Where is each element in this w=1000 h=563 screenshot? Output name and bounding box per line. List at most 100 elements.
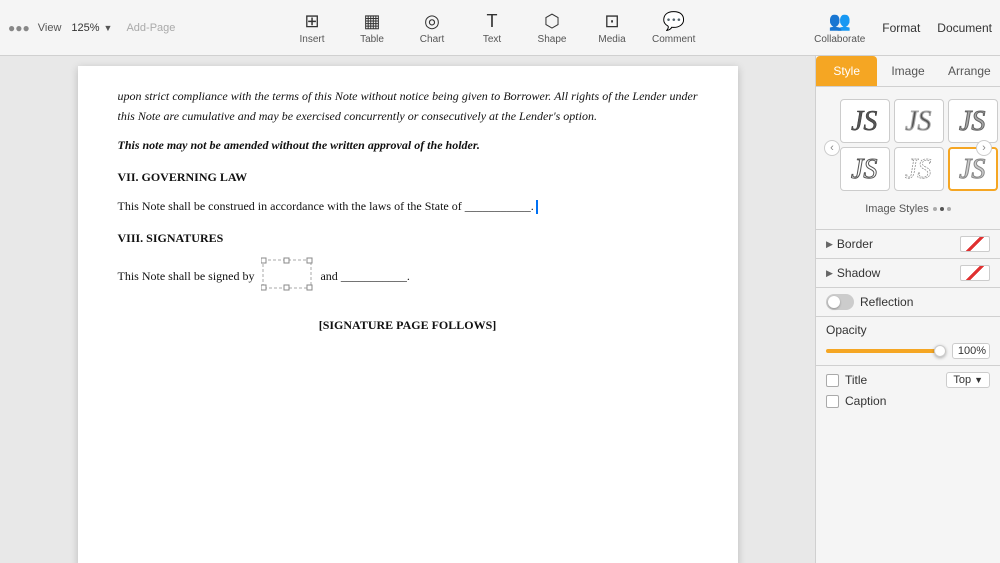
section8-heading: VIII. SIGNATURES xyxy=(118,228,698,248)
reflection-label: Reflection xyxy=(860,295,990,309)
toolbar-insert[interactable]: ⊞ Insert xyxy=(292,11,332,45)
toolbar-table[interactable]: ▦ Table xyxy=(352,11,392,45)
chart-label: Chart xyxy=(420,34,444,45)
document-scroll: upon strict compliance with the terms of… xyxy=(78,66,738,563)
title-checkbox-row: Title xyxy=(826,373,867,387)
shadow-text: Shadow xyxy=(837,266,880,280)
signature-placeholder[interactable] xyxy=(261,256,313,298)
style-item-4[interactable]: JS xyxy=(840,147,890,191)
svg-text:JS: JS xyxy=(905,106,931,137)
border-color-swatch[interactable] xyxy=(960,236,990,252)
comment-icon: 💬 xyxy=(662,11,684,32)
reflection-toggle[interactable] xyxy=(826,294,854,310)
styles-grid: JS JS JS xyxy=(840,99,976,191)
toolbar-media[interactable]: ⊡ Media xyxy=(592,11,632,45)
comment-label: Comment xyxy=(652,34,695,45)
title-label: Title xyxy=(845,373,867,387)
toolbar-comment[interactable]: 💬 Comment xyxy=(652,11,695,45)
title-position-dropdown[interactable]: Top ▼ xyxy=(946,372,990,388)
signature-follows: [SIGNATURE PAGE FOLLOWS] xyxy=(118,315,698,335)
svg-text:JS: JS xyxy=(851,106,877,137)
style-svg-4: JS xyxy=(847,152,883,186)
table-label: Table xyxy=(360,34,384,45)
section8-text: This Note shall be signed by xyxy=(118,256,698,298)
image-styles-label: Image Styles xyxy=(824,203,992,215)
view-label[interactable]: View xyxy=(38,22,62,34)
shadow-color-swatch[interactable] xyxy=(960,265,990,281)
para2-text: This note may not be amended without the… xyxy=(118,138,480,152)
style-svg-5: JS xyxy=(901,152,937,186)
tab-arrange[interactable]: Arrange xyxy=(939,56,1000,86)
toolbar-chart[interactable]: ◎ Chart xyxy=(412,11,452,45)
toolbar-shape[interactable]: ⬡ Shape xyxy=(532,11,572,45)
shape-label: Shape xyxy=(538,34,567,45)
dot-2 xyxy=(940,207,944,211)
style-svg-6: JS xyxy=(955,152,991,186)
collaborate-icon: 👥 xyxy=(829,11,851,32)
style-item-5[interactable]: JS xyxy=(894,147,944,191)
svg-text:JS: JS xyxy=(851,154,877,185)
section8-line: ___________. xyxy=(341,269,410,283)
toggle-knob xyxy=(828,296,840,308)
opacity-label: Opacity xyxy=(826,323,867,337)
document-text: upon strict compliance with the terms of… xyxy=(118,86,698,335)
zoom-value[interactable]: 125% xyxy=(71,22,99,34)
add-page-label[interactable]: Add-Page xyxy=(126,22,175,34)
svg-text:JS: JS xyxy=(905,154,931,185)
style-item-6[interactable]: JS xyxy=(948,147,998,191)
tab-image-label: Image xyxy=(891,64,924,78)
section8-and: and xyxy=(320,269,337,283)
caption-label: Caption xyxy=(845,394,886,408)
border-section: ▶ Border xyxy=(816,229,1000,258)
shadow-chevron-icon[interactable]: ▶ xyxy=(826,268,833,279)
section7-text: This Note shall be construed in accordan… xyxy=(118,196,698,216)
paragraph-1: upon strict compliance with the terms of… xyxy=(118,86,698,127)
tab-style[interactable]: Style xyxy=(816,56,877,86)
toolbar-text[interactable]: T Text xyxy=(472,11,512,45)
style-item-1[interactable]: JS xyxy=(840,99,890,143)
zoom-chevron-icon[interactable]: ▼ xyxy=(104,23,113,33)
para1-text: upon strict compliance with the terms of… xyxy=(118,89,698,123)
format-label: Format xyxy=(882,21,920,35)
border-text: Border xyxy=(837,237,873,251)
reflection-row: Reflection xyxy=(826,294,990,310)
insert-label: Insert xyxy=(300,34,325,45)
shadow-label: ▶ Shadow xyxy=(826,266,880,280)
toolbar-left: ●●● View 125% ▼ Add-Page xyxy=(8,21,175,35)
style-item-3[interactable]: JS xyxy=(948,99,998,143)
document-page: upon strict compliance with the terms of… xyxy=(78,66,738,563)
toolbar-collaborate[interactable]: 👥 Collaborate xyxy=(814,11,865,45)
caption-checkbox-row: Caption xyxy=(826,394,990,408)
document-label: Document xyxy=(937,21,992,35)
text-cursor xyxy=(536,200,538,214)
caption-checkbox[interactable] xyxy=(826,395,839,408)
styles-prev-button[interactable]: ‹ xyxy=(824,140,840,156)
toolbar-document[interactable]: Document xyxy=(937,21,992,35)
document-area: upon strict compliance with the terms of… xyxy=(0,56,815,563)
insert-icon: ⊞ xyxy=(304,11,319,32)
style-item-2[interactable]: JS xyxy=(894,99,944,143)
shadow-row: ▶ Shadow xyxy=(826,265,990,281)
dot-3 xyxy=(947,207,951,211)
styles-next-button[interactable]: › xyxy=(976,140,992,156)
tab-style-label: Style xyxy=(833,64,860,78)
opacity-value: 100% xyxy=(952,343,990,359)
opacity-slider[interactable] xyxy=(826,349,946,353)
collaborate-label: Collaborate xyxy=(814,34,865,45)
sidebar: Style Image Arrange ‹ JS xyxy=(815,56,1000,563)
opacity-thumb xyxy=(934,345,946,357)
toolbar-format[interactable]: Format xyxy=(881,21,921,35)
media-icon: ⊡ xyxy=(604,11,619,32)
tab-image[interactable]: Image xyxy=(877,56,938,86)
zoom-display: View 125% ▼ xyxy=(38,22,113,34)
close-icon[interactable]: ●●● xyxy=(8,21,30,35)
paragraph-2: This note may not be amended without the… xyxy=(118,135,698,155)
media-label: Media xyxy=(598,34,625,45)
title-position-value: Top xyxy=(953,374,971,386)
reflection-section: Reflection xyxy=(816,287,1000,316)
opacity-row: 100% xyxy=(826,343,990,359)
text-icon: T xyxy=(487,11,498,32)
image-styles-text: Image Styles xyxy=(865,203,929,215)
border-chevron-icon[interactable]: ▶ xyxy=(826,239,833,250)
title-checkbox[interactable] xyxy=(826,374,839,387)
